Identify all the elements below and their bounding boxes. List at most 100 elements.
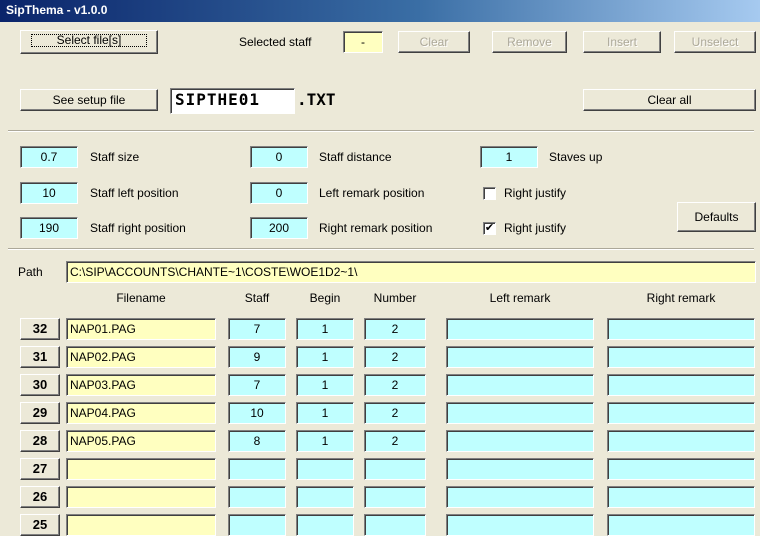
path-label: Path: [18, 265, 43, 279]
right-remark-cell[interactable]: [607, 346, 755, 368]
left-remark-position-field[interactable]: 0: [250, 182, 308, 204]
right-remark-cell[interactable]: [607, 486, 755, 508]
select-files-button[interactable]: Select file[s]: [20, 30, 158, 54]
begin-cell[interactable]: 1: [296, 318, 354, 340]
number-header: Number: [373, 291, 417, 305]
number-cell[interactable]: 2: [364, 374, 426, 396]
staff-right-position-field[interactable]: 190: [20, 217, 78, 239]
filename-cell[interactable]: NAP03.PAG: [66, 374, 216, 396]
right-remark-cell[interactable]: [607, 514, 755, 536]
begin-cell[interactable]: 1: [296, 346, 354, 368]
staff-cell[interactable]: 7: [228, 374, 286, 396]
right-remark-position-field[interactable]: 200: [250, 217, 308, 239]
number-cell[interactable]: [364, 514, 426, 536]
right-justify-label-2: Right justify: [504, 221, 567, 235]
right-justify-checkbox-2[interactable]: ✔: [483, 222, 496, 235]
left-remark-cell[interactable]: [446, 346, 594, 368]
title-bar: SipThema - v1.0.0: [0, 0, 760, 22]
right-remark-cell[interactable]: [607, 458, 755, 480]
filename-cell[interactable]: NAP05.PAG: [66, 430, 216, 452]
row-number-button[interactable]: 28: [20, 430, 60, 452]
staff-size-label: Staff size: [90, 150, 140, 164]
left-remark-header: Left remark: [489, 291, 551, 305]
staff-cell[interactable]: 8: [228, 430, 286, 452]
selected-staff-label: Selected staff: [239, 35, 312, 49]
setup-file-name-box: SIPTHE01: [170, 88, 295, 114]
number-cell[interactable]: [364, 458, 426, 480]
row-number-button[interactable]: 26: [20, 486, 60, 508]
setup-file-extension: .TXT: [297, 90, 336, 109]
setup-file-name: SIPTHE01: [175, 90, 261, 109]
number-cell[interactable]: 2: [364, 346, 426, 368]
row-number-button[interactable]: 29: [20, 402, 60, 424]
filename-cell[interactable]: NAP01.PAG: [66, 318, 216, 340]
right-remark-cell[interactable]: [607, 402, 755, 424]
staves-up-label: Staves up: [549, 150, 603, 164]
left-remark-cell[interactable]: [446, 430, 594, 452]
insert-button[interactable]: Insert: [583, 31, 661, 53]
staff-right-position-label: Staff right position: [90, 221, 186, 235]
begin-header: Begin: [309, 291, 341, 305]
begin-cell[interactable]: 1: [296, 374, 354, 396]
right-remark-cell[interactable]: [607, 430, 755, 452]
clear-all-button[interactable]: Clear all: [583, 89, 756, 111]
left-remark-cell[interactable]: [446, 486, 594, 508]
filename-cell[interactable]: [66, 458, 216, 480]
window-title: SipThema - v1.0.0: [6, 3, 108, 17]
staff-left-position-field[interactable]: 10: [20, 182, 78, 204]
left-remark-position-label: Left remark position: [319, 186, 425, 200]
separator: [8, 248, 754, 250]
staff-size-field[interactable]: 0.7: [20, 146, 78, 168]
row-number-button[interactable]: 25: [20, 514, 60, 536]
begin-cell[interactable]: [296, 458, 354, 480]
see-setup-file-button[interactable]: See setup file: [20, 89, 158, 111]
filename-cell[interactable]: NAP02.PAG: [66, 346, 216, 368]
number-cell[interactable]: 2: [364, 430, 426, 452]
begin-cell[interactable]: [296, 514, 354, 536]
right-remark-cell[interactable]: [607, 318, 755, 340]
clear-button[interactable]: Clear: [398, 31, 470, 53]
staff-cell[interactable]: [228, 514, 286, 536]
staff-cell[interactable]: [228, 458, 286, 480]
right-justify-label-1: Right justify: [504, 186, 567, 200]
filename-cell[interactable]: NAP04.PAG: [66, 402, 216, 424]
left-remark-cell[interactable]: [446, 402, 594, 424]
defaults-button[interactable]: Defaults: [677, 202, 756, 232]
begin-cell[interactable]: 1: [296, 430, 354, 452]
right-justify-checkbox-1[interactable]: [483, 187, 496, 200]
staff-cell[interactable]: [228, 486, 286, 508]
left-remark-cell[interactable]: [446, 374, 594, 396]
staves-up-field[interactable]: 1: [480, 146, 538, 168]
row-number-button[interactable]: 27: [20, 458, 60, 480]
staff-cell[interactable]: 9: [228, 346, 286, 368]
right-remark-header: Right remark: [646, 291, 716, 305]
number-cell[interactable]: 2: [364, 402, 426, 424]
filename-cell[interactable]: [66, 486, 216, 508]
separator: [8, 130, 754, 132]
begin-cell[interactable]: [296, 486, 354, 508]
number-cell[interactable]: 2: [364, 318, 426, 340]
right-remark-position-label: Right remark position: [319, 221, 433, 235]
remove-button[interactable]: Remove: [492, 31, 567, 53]
select-files-label: Select file[s]: [31, 34, 147, 47]
staff-distance-label: Staff distance: [319, 150, 392, 164]
filename-cell[interactable]: [66, 514, 216, 536]
left-remark-cell[interactable]: [446, 318, 594, 340]
staff-left-position-label: Staff left position: [90, 186, 179, 200]
left-remark-cell[interactable]: [446, 458, 594, 480]
row-number-button[interactable]: 32: [20, 318, 60, 340]
left-remark-cell[interactable]: [446, 514, 594, 536]
row-number-button[interactable]: 31: [20, 346, 60, 368]
begin-cell[interactable]: 1: [296, 402, 354, 424]
path-field[interactable]: C:\SIP\ACCOUNTS\CHANTE~1\COSTE\WOE1D2~1\: [66, 261, 756, 283]
staff-cell[interactable]: 7: [228, 318, 286, 340]
right-remark-cell[interactable]: [607, 374, 755, 396]
filename-header: Filename: [116, 291, 166, 305]
number-cell[interactable]: [364, 486, 426, 508]
selected-staff-field[interactable]: -: [343, 31, 383, 53]
staff-cell[interactable]: 10: [228, 402, 286, 424]
unselect-button[interactable]: Unselect: [674, 31, 756, 53]
staff-distance-field[interactable]: 0: [250, 146, 308, 168]
row-number-button[interactable]: 30: [20, 374, 60, 396]
staff-header: Staff: [244, 291, 270, 305]
